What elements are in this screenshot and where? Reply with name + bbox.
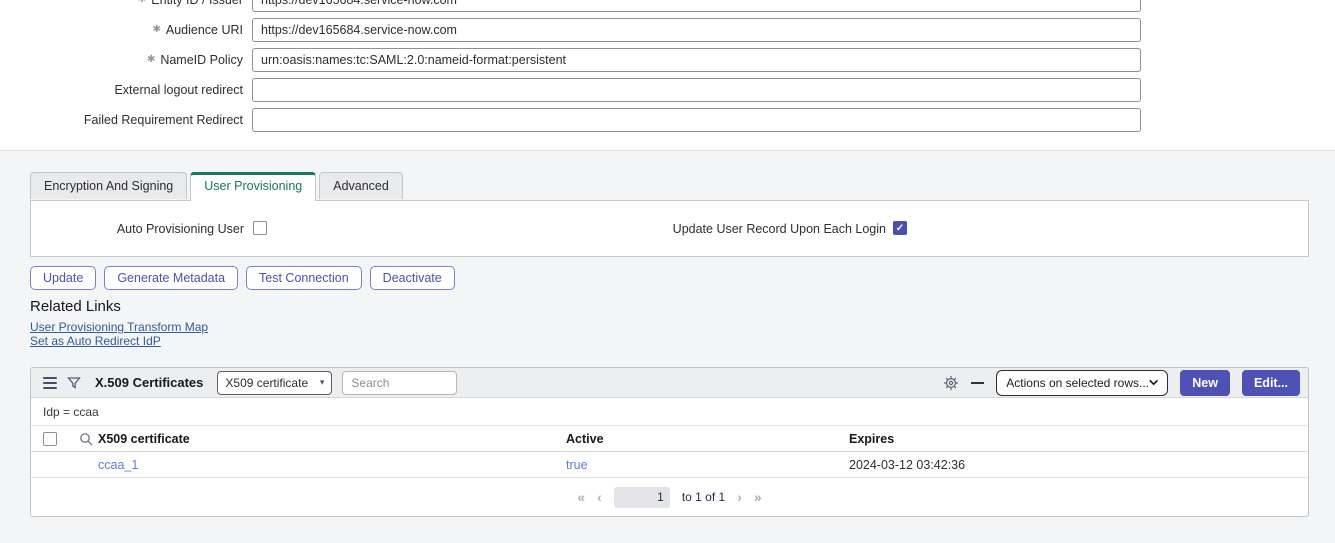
test-connection-button[interactable]: Test Connection <box>246 266 362 290</box>
pagination-label: to 1 of 1 <box>682 490 725 504</box>
audience-uri-label: ✱ Audience URI <box>0 18 243 42</box>
user-provisioning-panel: Auto Provisioning User Update User Recor… <box>30 200 1309 257</box>
table-header-row: X509 certificate Active Expires <box>31 426 1308 452</box>
column-header-expires[interactable]: Expires <box>849 432 1308 446</box>
chevron-down-icon: ▾ <box>320 377 325 388</box>
audience-uri-input[interactable] <box>252 18 1141 42</box>
cell-expires: 2024-03-12 03:42:36 <box>849 458 1308 472</box>
form-row-failed-requirement: Failed Requirement Redirect <box>0 108 1335 132</box>
entity-id-label: ✱ Entity ID / Issuer <box>0 0 243 12</box>
deactivate-button[interactable]: Deactivate <box>370 266 455 290</box>
saml-idp-form: ✱ Entity ID / Issuer ✱ Audience URI ✱ Na… <box>0 0 1335 151</box>
tab-encryption-and-signing[interactable]: Encryption And Signing <box>30 172 187 199</box>
tab-user-provisioning[interactable]: User Provisioning <box>190 172 316 201</box>
update-button[interactable]: Update <box>30 266 96 290</box>
collapse-list-icon[interactable] <box>971 382 984 384</box>
failed-requirement-input[interactable] <box>252 108 1141 132</box>
list-header-right: Actions on selected rows... New Edit... <box>943 370 1300 396</box>
required-icon: ✱ <box>138 0 146 5</box>
auto-provisioning-user-checkbox[interactable] <box>253 221 267 235</box>
generate-metadata-button[interactable]: Generate Metadata <box>104 266 238 290</box>
filter-funnel-icon[interactable] <box>67 376 81 390</box>
column-header-x509-certificate[interactable]: X509 certificate <box>98 432 566 446</box>
select-all-checkbox[interactable] <box>43 432 57 446</box>
form-row-entity-id: ✱ Entity ID / Issuer <box>0 0 1335 12</box>
current-page-input[interactable] <box>614 487 670 508</box>
form-action-buttons: Update Generate Metadata Test Connection… <box>30 266 455 290</box>
list-header-bar: X.509 Certificates X509 certificate ▾ Ac… <box>31 368 1308 398</box>
cell-active-link[interactable]: true <box>566 458 849 472</box>
update-user-record-label: Update User Record Upon Each Login <box>431 222 886 236</box>
auto-provisioning-user-label: Auto Provisioning User <box>31 222 244 236</box>
failed-requirement-label: Failed Requirement Redirect <box>0 108 243 132</box>
list-menu-icon[interactable] <box>43 377 57 389</box>
form-row-external-logout: External logout redirect <box>0 78 1335 102</box>
first-page-icon[interactable]: « <box>577 490 585 504</box>
list-footer: « ‹ to 1 of 1 › » <box>31 478 1308 516</box>
related-links-title: Related Links <box>30 298 121 315</box>
table-row: ccaa_1 true 2024-03-12 03:42:36 <box>31 452 1308 478</box>
chevron-down-icon <box>1149 379 1158 386</box>
entity-id-input[interactable] <box>252 0 1141 12</box>
edit-button[interactable]: Edit... <box>1242 370 1300 396</box>
search-icon[interactable] <box>73 432 98 446</box>
column-header-active[interactable]: Active <box>566 432 849 446</box>
tab-advanced[interactable]: Advanced <box>319 172 403 199</box>
update-user-record-checkbox[interactable]: ✓ <box>893 221 907 235</box>
breadcrumb: Idp = ccaa <box>31 398 1308 426</box>
list-title: X.509 Certificates <box>95 375 203 390</box>
external-logout-input[interactable] <box>252 78 1141 102</box>
required-icon: ✱ <box>152 25 160 35</box>
pagination: « ‹ to 1 of 1 › » <box>577 487 761 508</box>
x509-certificates-list: X.509 Certificates X509 certificate ▾ Ac… <box>30 367 1309 517</box>
new-button[interactable]: New <box>1180 370 1230 396</box>
list-search-input[interactable] <box>342 371 457 395</box>
previous-page-icon[interactable]: ‹ <box>597 490 602 504</box>
search-column-select[interactable]: X509 certificate ▾ <box>217 371 332 395</box>
cell-x509-certificate-link[interactable]: ccaa_1 <box>98 458 566 472</box>
external-logout-label: External logout redirect <box>0 78 243 102</box>
form-row-nameid-policy: ✱ NameID Policy <box>0 48 1335 72</box>
actions-on-selected-rows-select[interactable]: Actions on selected rows... <box>996 370 1168 396</box>
set-as-auto-redirect-idp-link[interactable]: Set as Auto Redirect IdP <box>30 334 161 348</box>
form-tabs: Encryption And Signing User Provisioning… <box>30 172 406 199</box>
last-page-icon[interactable]: » <box>754 490 762 504</box>
nameid-policy-label: ✱ NameID Policy <box>0 48 243 72</box>
nameid-policy-input[interactable] <box>252 48 1141 72</box>
gear-icon[interactable] <box>943 375 959 391</box>
form-row-audience-uri: ✱ Audience URI <box>0 18 1335 42</box>
list-filter-breadcrumb[interactable]: Idp = ccaa <box>43 405 99 419</box>
user-provisioning-transform-map-link[interactable]: User Provisioning Transform Map <box>30 320 208 334</box>
required-icon: ✱ <box>147 55 155 65</box>
next-page-icon[interactable]: › <box>737 490 742 504</box>
